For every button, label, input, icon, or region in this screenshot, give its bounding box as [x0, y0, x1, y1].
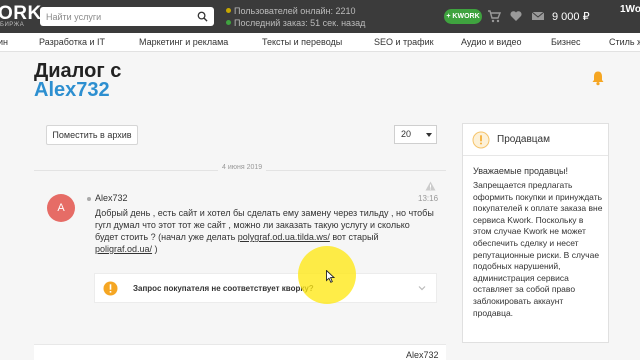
- search-icon[interactable]: [197, 11, 208, 22]
- online-dot-icon: [226, 8, 231, 13]
- add-kwork-button[interactable]: + KWORK: [444, 9, 482, 24]
- category-item[interactable]: Маркетинг и реклама: [139, 37, 228, 47]
- message-link[interactable]: polygraf.od.ua.tilda.ws/: [238, 232, 330, 242]
- archive-button[interactable]: Поместить в архив: [46, 125, 138, 145]
- top-header: ORK БИРЖА Пользователей онлайн: 2210 Пос…: [0, 0, 640, 33]
- category-item[interactable]: Стиль жизни: [609, 37, 640, 47]
- message-text-part: ): [152, 244, 158, 254]
- heart-icon[interactable]: [509, 9, 523, 23]
- category-item[interactable]: ин: [0, 37, 8, 47]
- message-text: Добрый день , есть сайт и хотел бы сдела…: [95, 207, 435, 255]
- complaint-box[interactable]: Запрос покупателя не соответствует кворк…: [94, 273, 437, 303]
- message-sender[interactable]: Alex732: [95, 193, 128, 203]
- notice-text: Запрещается предлагать оформить покупки …: [473, 180, 603, 318]
- warning-icon: [472, 131, 490, 149]
- message-link[interactable]: poligraf.od.ua/: [95, 244, 152, 254]
- online-users-text: Пользователей онлайн: 2210: [234, 6, 356, 16]
- date-separator: 4 июня 2019: [34, 164, 446, 176]
- category-item[interactable]: Аудио и видео: [461, 37, 522, 47]
- balance[interactable]: 9 000 ₽: [552, 10, 590, 23]
- avatar[interactable]: A: [47, 194, 75, 222]
- notice-subtitle: Уважаемые продавцы!: [473, 166, 568, 176]
- category-nav: ин Разработка и IT Маркетинг и реклама Т…: [0, 33, 640, 52]
- warning-icon: [103, 281, 118, 296]
- chevron-down-icon[interactable]: [417, 283, 427, 293]
- report-icon[interactable]: [425, 181, 436, 191]
- dialog-username[interactable]: Alex732: [34, 80, 121, 100]
- notice-header: Продавцам: [463, 124, 608, 156]
- per-page-select[interactable]: 20: [394, 125, 437, 144]
- last-order-text: Последний заказ: 51 сек. назад: [234, 18, 366, 28]
- notice-title: Продавцам: [497, 134, 550, 145]
- online-users: Пользователей онлайн: 2210: [226, 6, 356, 16]
- category-item[interactable]: Бизнес: [551, 37, 581, 47]
- message-date: 4 июня 2019: [218, 164, 267, 171]
- last-order: Последний заказ: 51 сек. назад: [226, 18, 365, 28]
- sellers-notice: Продавцам Уважаемые продавцы! Запрещаетс…: [462, 123, 609, 343]
- search-box: [40, 7, 214, 27]
- complaint-text: Запрос покупателя не соответствует кворк…: [133, 284, 314, 293]
- category-item[interactable]: Тексты и переводы: [262, 37, 342, 47]
- search-input[interactable]: [40, 7, 190, 27]
- cart-icon[interactable]: [487, 9, 501, 23]
- user-menu[interactable]: 1Wo: [620, 4, 640, 15]
- message-item: A Alex732 13:16 Добрый день , есть сайт …: [34, 178, 446, 338]
- status-dot-icon: [87, 197, 91, 201]
- page-title: Диалог с Alex732: [34, 61, 121, 100]
- bell-icon[interactable]: [590, 70, 606, 86]
- per-page-value: 20: [401, 129, 412, 139]
- message-time: 13:16: [418, 194, 439, 203]
- message-text-part: вот старый: [329, 232, 379, 242]
- order-dot-icon: [226, 20, 231, 25]
- cursor-icon: [326, 270, 335, 283]
- envelope-icon[interactable]: [531, 9, 545, 23]
- category-item[interactable]: SEO и трафик: [374, 37, 434, 47]
- next-message: [34, 344, 446, 360]
- category-item[interactable]: Разработка и IT: [39, 37, 105, 47]
- chevron-down-icon: [426, 133, 432, 137]
- logo-subtitle: БИРЖА: [0, 22, 25, 28]
- next-message-sender[interactable]: Alex732: [406, 350, 439, 360]
